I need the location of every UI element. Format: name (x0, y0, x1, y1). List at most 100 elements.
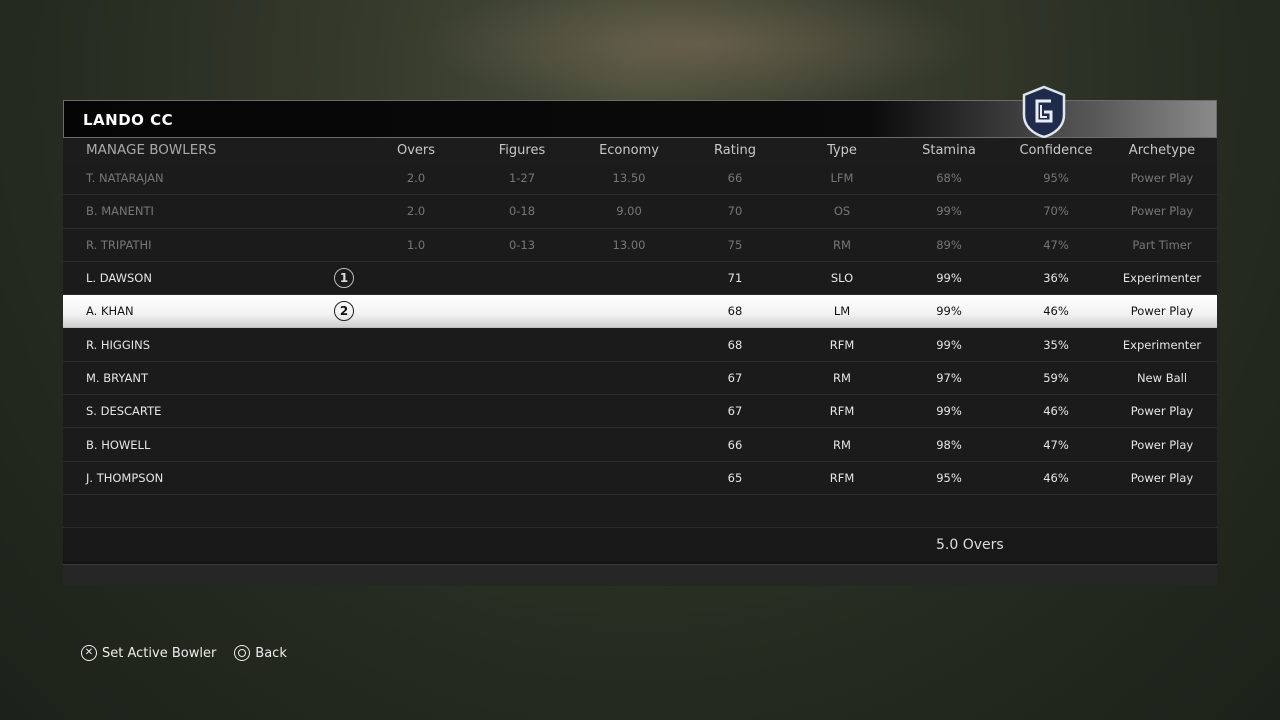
column-header-overs: Overs (396, 142, 436, 158)
team-badge-icon (1022, 85, 1066, 139)
panel-bottom-strip (63, 564, 1217, 586)
bowler-figures (472, 295, 572, 327)
bowler-archetype: Power Play (1130, 470, 1194, 485)
bowler-overs (366, 395, 466, 427)
bowler-name: T. NATARAJAN (86, 171, 164, 186)
bowler-confidence: 70% (1043, 204, 1069, 219)
bowler-stamina: 89% (936, 237, 962, 252)
column-header-name: MANAGE BOWLERS (86, 142, 217, 158)
bowler-name: B. HOWELL (86, 437, 151, 452)
overs-summary-row: 5.0 Overs (63, 528, 1217, 562)
bowler-rating: 65 (727, 470, 743, 485)
bowler-row[interactable]: J. THOMPSON 65 RFM 95% 46% Power Play (63, 461, 1217, 495)
bowler-row[interactable]: R. TRIPATHI 1.0 0-13 13.00 75 RM 89% 47% Part Ti… (63, 228, 1217, 262)
bowler-type: RFM (829, 404, 855, 419)
bowler-figures: 0-13 (508, 237, 536, 252)
column-header-figures: Figures (498, 142, 546, 158)
bowling-order-slot (333, 428, 355, 460)
set-active-bowler-button[interactable]: ✕ Set Active Bowler (81, 645, 216, 661)
back-label: Back (255, 645, 287, 661)
bowler-name: J. THOMPSON (86, 470, 164, 485)
bowler-confidence: 35% (1043, 337, 1069, 352)
bowler-figures (472, 395, 572, 427)
bowler-stamina: 97% (936, 370, 962, 385)
bowler-archetype: Power Play (1130, 437, 1194, 452)
bowling-order-slot (333, 195, 355, 227)
cross-button-icon: ✕ (81, 645, 97, 661)
bowling-order-slot (333, 362, 355, 394)
bowler-row[interactable]: S. DESCARTE 67 RFM 99% 46% Power Play (63, 395, 1217, 429)
bowler-rating: 68 (727, 337, 743, 352)
bowler-economy: 13.50 (612, 171, 646, 186)
circle-button-icon (234, 645, 251, 661)
bowler-economy (579, 362, 679, 394)
bowler-archetype: Power Play (1130, 204, 1194, 219)
bowler-type: LM (833, 304, 851, 319)
bowler-overs: 2.0 (406, 171, 426, 186)
bowler-stamina: 68% (936, 171, 962, 186)
team-name: LANDO CC (83, 111, 174, 129)
bowler-row[interactable]: R. HIGGINS 68 RFM 99% 35% Experimenter (63, 328, 1217, 362)
bowler-row[interactable]: L. DAWSON 1 71 SLO 99% 36% Experimenter (63, 261, 1217, 296)
bowler-list: T. NATARAJAN 2.0 1-27 13.50 66 LFM 68% 95% Power… (63, 162, 1217, 562)
bowler-type: SLO (830, 271, 854, 286)
bowler-overs (366, 462, 466, 494)
bowler-type: RFM (829, 337, 855, 352)
empty-row (63, 494, 1217, 529)
bowler-confidence: 59% (1043, 370, 1069, 385)
bowler-figures (472, 362, 572, 394)
bowler-name: A. KHAN (86, 304, 134, 319)
bowler-row[interactable]: A. KHAN 2 68 LM 99% 46% Power Play (63, 295, 1217, 329)
bowler-overs (366, 428, 466, 460)
bowler-type: RFM (829, 470, 855, 485)
bowler-row[interactable]: T. NATARAJAN 2.0 1-27 13.50 66 LFM 68% 95% Power… (63, 162, 1217, 196)
back-button[interactable]: Back (234, 645, 287, 661)
bowling-order-slot: 1 (333, 262, 355, 294)
bowler-type: LFM (830, 171, 854, 186)
bowling-order-slot (333, 162, 355, 194)
bowler-overs: 2.0 (406, 204, 426, 219)
table-header: MANAGE BOWLERS Overs Figures Economy Rat… (63, 138, 1217, 162)
bowler-economy (579, 328, 679, 360)
bowler-archetype: Power Play (1130, 404, 1194, 419)
bowler-overs (366, 328, 466, 360)
bowler-confidence: 47% (1043, 437, 1069, 452)
bowling-order-slot (333, 462, 355, 494)
bowler-figures: 1-27 (508, 171, 536, 186)
column-header-rating: Rating (714, 142, 756, 158)
title-bar: LANDO CC (63, 85, 1217, 139)
bowler-stamina: 99% (936, 204, 962, 219)
bowler-name: R. TRIPATHI (86, 237, 152, 252)
set-active-bowler-label: Set Active Bowler (102, 645, 217, 661)
column-header-type: Type (827, 142, 857, 158)
bowler-confidence: 95% (1043, 171, 1069, 186)
bowler-figures (472, 262, 572, 294)
bowler-figures (472, 462, 572, 494)
bowler-rating: 70 (727, 204, 743, 219)
bowler-rating: 68 (727, 304, 743, 319)
bowler-stamina: 99% (936, 337, 962, 352)
bowler-name: S. DESCARTE (86, 404, 162, 419)
bowler-confidence: 36% (1043, 271, 1069, 286)
bowling-order-slot (333, 395, 355, 427)
bowler-archetype: Power Play (1130, 171, 1194, 186)
bowler-archetype: Experimenter (1122, 337, 1202, 352)
bowler-rating: 66 (727, 171, 743, 186)
bowler-type: RM (833, 437, 851, 452)
button-prompts: ✕ Set Active Bowler Back (81, 644, 287, 662)
bowler-row[interactable]: B. HOWELL 66 RM 98% 47% Power Play (63, 428, 1217, 462)
bowler-row[interactable]: M. BRYANT 67 RM 97% 59% New Ball (63, 361, 1217, 396)
bowler-rating: 67 (727, 404, 743, 419)
bowler-confidence: 47% (1043, 237, 1069, 252)
bowler-figures (472, 328, 572, 360)
bowler-rating: 66 (727, 437, 743, 452)
bowler-economy: 9.00 (616, 204, 642, 219)
bowling-order-slot (333, 328, 355, 360)
bowler-archetype: Experimenter (1122, 271, 1202, 286)
background-pitch (420, 0, 980, 110)
bowler-row[interactable]: B. MANENTI 2.0 0-18 9.00 70 OS 99% 70% Power Pla… (63, 195, 1217, 229)
bowling-order-badge: 1 (334, 268, 354, 289)
bowler-economy (579, 395, 679, 427)
bowler-name: M. BRYANT (86, 370, 149, 385)
bowler-name: B. MANENTI (86, 204, 154, 219)
